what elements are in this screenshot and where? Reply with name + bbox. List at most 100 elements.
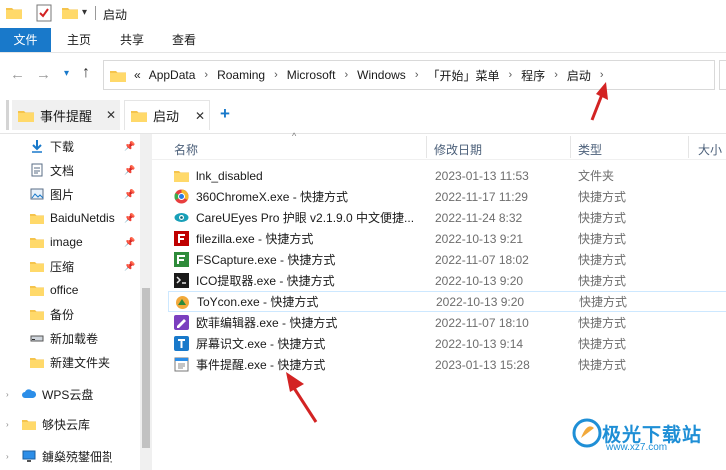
column-header-date[interactable]: 修改日期 <box>434 141 482 158</box>
close-icon[interactable]: ✕ <box>195 109 205 123</box>
table-row[interactable]: 欧菲编辑器.exe - 快捷方式 2022-11-07 18:10 快捷方式 <box>168 312 726 333</box>
picture-icon <box>30 188 44 200</box>
breadcrumb-programs[interactable]: 程序 <box>521 67 545 84</box>
sidebar-item-backup[interactable]: 备份 <box>0 302 140 326</box>
quick-access-dropdown-icon[interactable]: ▾ <box>82 7 87 18</box>
expand-chevron-icon[interactable]: › <box>6 452 9 461</box>
sidebar-item-new-volume[interactable]: 新加载卷 <box>0 326 140 350</box>
file-name: 欧菲编辑器.exe - 快捷方式 <box>196 316 338 330</box>
table-row[interactable]: CareUEyes Pro 护眼 v2.1.9.0 中文便捷... 2022-1… <box>168 207 726 228</box>
tab-home[interactable]: 主页 <box>55 28 103 52</box>
sidebar-item-downloads[interactable]: 下载 📌 <box>0 134 140 158</box>
document-icon <box>31 163 43 177</box>
title-bar: ▾ 启动 <box>0 0 726 28</box>
pin-icon[interactable]: 📌 <box>124 141 135 152</box>
folder-tab-strip: 事件提醒 ✕ 启动 ✕ + <box>0 96 726 134</box>
breadcrumb-roaming[interactable]: Roaming <box>217 68 265 82</box>
sidebar-item-compress[interactable]: 压缩 📌 <box>0 254 140 278</box>
chevron-right-icon[interactable]: › <box>204 69 208 81</box>
column-header-size[interactable]: 大小 <box>698 141 722 158</box>
sidebar-item-gokuai[interactable]: › 够快云库 <box>0 412 140 436</box>
breadcrumb-overflow[interactable]: « <box>134 68 141 82</box>
pin-icon[interactable]: 📌 <box>124 213 135 224</box>
sidebar-item-pictures[interactable]: 图片 📌 <box>0 182 140 206</box>
column-header-name[interactable]: 名称 <box>174 141 198 158</box>
forward-arrow-icon[interactable]: → <box>36 66 51 83</box>
table-row[interactable]: 360ChromeX.exe - 快捷方式 2022-11-17 11:29 快… <box>168 186 726 207</box>
sidebar-item-label: 下载 <box>50 139 75 154</box>
file-name: 屏幕识文.exe - 快捷方式 <box>196 337 326 351</box>
sidebar-item-image[interactable]: image 📌 <box>0 230 140 254</box>
column-headers: ^ 名称 修改日期 类型 大小 <box>152 131 726 160</box>
file-type: 快捷方式 <box>578 253 627 267</box>
file-date: 2023-01-13 15:28 <box>435 357 530 372</box>
sidebar-item-wps-cloud[interactable]: › WPS云盘 <box>0 382 140 406</box>
file-type: 快捷方式 <box>578 190 627 204</box>
close-icon[interactable]: ✕ <box>106 108 116 122</box>
recent-locations-icon[interactable]: ▾ <box>64 68 69 79</box>
eye-icon <box>174 213 189 222</box>
back-arrow-icon[interactable]: ← <box>10 66 25 83</box>
sidebar-item-label: 压缩 <box>50 259 75 274</box>
breadcrumb-start-menu[interactable]: 「开始」菜单 <box>427 67 499 84</box>
sort-ascending-icon: ^ <box>292 131 297 141</box>
sidebar-item-baidunetdisk[interactable]: BaiduNetdis 📌 <box>0 206 140 230</box>
folder-tab-startup[interactable]: 启动 ✕ <box>124 100 210 130</box>
column-divider[interactable] <box>570 136 571 158</box>
search-box[interactable] <box>719 60 726 90</box>
properties-icon[interactable] <box>36 4 52 22</box>
breadcrumb-windows[interactable]: Windows <box>357 68 406 82</box>
chevron-right-icon[interactable]: › <box>554 69 558 81</box>
chevron-right-icon[interactable]: › <box>415 69 419 81</box>
sidebar-item-label: BaiduNetdis <box>50 211 115 225</box>
divider <box>95 6 96 20</box>
table-row[interactable]: filezilla.exe - 快捷方式 2022-10-13 9:21 快捷方… <box>168 228 726 249</box>
expand-chevron-icon[interactable]: › <box>6 420 9 429</box>
ico-extractor-icon <box>174 273 189 288</box>
computer-icon <box>22 450 36 462</box>
tab-share[interactable]: 共享 <box>108 28 156 52</box>
file-date: 2022-10-13 9:20 <box>435 273 524 288</box>
pin-icon[interactable]: 📌 <box>124 237 135 248</box>
add-tab-icon[interactable]: + <box>220 105 230 122</box>
folder-tab-reminder[interactable]: 事件提醒 ✕ <box>12 100 120 130</box>
sidebar-item-label: image <box>50 235 83 249</box>
pin-icon[interactable]: 📌 <box>124 261 135 272</box>
up-arrow-icon[interactable]: ↑ <box>82 64 90 82</box>
chevron-right-icon[interactable]: › <box>344 69 348 81</box>
address-bar[interactable]: « AppData › Roaming › Microsoft › Window… <box>103 60 715 90</box>
sidebar-item-new-folder[interactable]: 新建文件夹 <box>0 350 140 374</box>
file-name: ICO提取器.exe - 快捷方式 <box>196 274 335 288</box>
file-name: filezilla.exe - 快捷方式 <box>196 232 314 246</box>
expand-chevron-icon[interactable]: › <box>6 390 9 399</box>
folder-icon <box>131 111 147 122</box>
table-row[interactable]: 事件提醒.exe - 快捷方式 2023-01-13 15:28 快捷方式 <box>168 354 726 375</box>
column-header-type[interactable]: 类型 <box>578 141 602 158</box>
file-name: lnk_disabled <box>196 168 263 183</box>
sidebar-item-documents[interactable]: 文档 📌 <box>0 158 140 182</box>
new-folder-icon[interactable] <box>62 6 78 19</box>
ribbon-tabs: 文件 主页 共享 查看 <box>0 28 726 53</box>
tab-file[interactable]: 文件 <box>0 28 51 52</box>
table-row[interactable]: lnk_disabled 2023-01-13 11:53 文件夹 <box>168 165 726 186</box>
chevron-right-icon[interactable]: › <box>274 69 278 81</box>
folder-icon <box>22 420 36 430</box>
breadcrumb-microsoft[interactable]: Microsoft <box>287 68 336 82</box>
breadcrumb-appdata[interactable]: AppData <box>149 68 196 82</box>
chevron-right-icon[interactable]: › <box>509 69 513 81</box>
sidebar-item-this-pc[interactable]: › 鐪燊殑鐢佃剳 <box>0 444 140 468</box>
table-row-selected[interactable]: ToYcon.exe - 快捷方式 2022-10-13 9:20 快捷方式 <box>168 291 726 312</box>
column-divider[interactable] <box>426 136 427 158</box>
table-row[interactable]: FSCapture.exe - 快捷方式 2022-11-07 18:02 快捷… <box>168 249 726 270</box>
sidebar-item-office[interactable]: office <box>0 278 140 302</box>
sidebar-scrollbar-thumb[interactable] <box>142 288 150 448</box>
pin-icon[interactable]: 📌 <box>124 189 135 200</box>
sidebar-item-label: office <box>50 283 79 297</box>
column-divider[interactable] <box>688 136 689 158</box>
tab-view[interactable]: 查看 <box>160 28 208 52</box>
file-type: 快捷方式 <box>578 232 627 246</box>
table-row[interactable]: 屏幕识文.exe - 快捷方式 2022-10-13 9:14 快捷方式 <box>168 333 726 354</box>
folder-icon <box>110 70 126 82</box>
pin-icon[interactable]: 📌 <box>124 165 135 176</box>
table-row[interactable]: ICO提取器.exe - 快捷方式 2022-10-13 9:20 快捷方式 <box>168 270 726 291</box>
